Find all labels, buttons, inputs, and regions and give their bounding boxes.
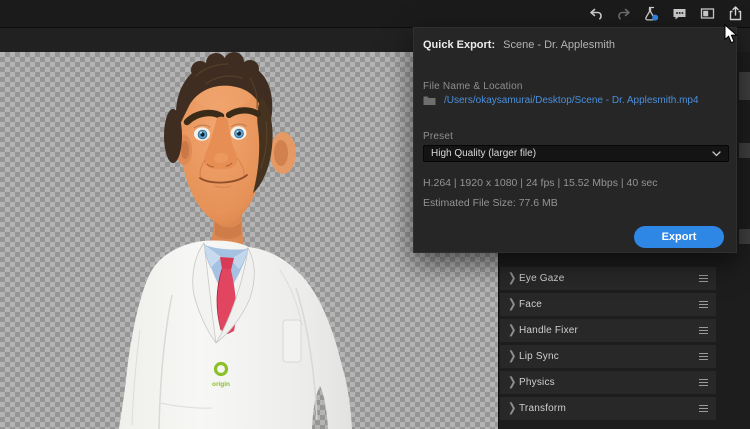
feedback-icon[interactable] bbox=[671, 5, 688, 22]
behavior-label: Handle Fixer bbox=[519, 325, 579, 336]
undo-icon[interactable] bbox=[587, 5, 604, 22]
quick-export-popup: Quick Export: Scene - Dr. Applesmith Fil… bbox=[413, 27, 737, 253]
share-export-icon[interactable] bbox=[727, 5, 744, 22]
scrollbar-fragment[interactable] bbox=[739, 72, 750, 100]
behavior-row-eye-gaze[interactable]: ❯ Eye Gaze bbox=[500, 267, 716, 290]
behavior-list: ❯ Eye Gaze ❯ Face ❯ Handle Fixer ❯ Lip S… bbox=[500, 267, 716, 423]
behavior-row-face[interactable]: ❯ Face bbox=[500, 293, 716, 316]
chevron-down-icon bbox=[712, 150, 721, 157]
scrollbar-fragment[interactable] bbox=[739, 143, 750, 158]
file-path-link[interactable]: /Users/okaysamurai/Desktop/Scene - Dr. A… bbox=[444, 95, 699, 106]
quick-export-scene-name: Scene - Dr. Applesmith bbox=[503, 39, 616, 51]
chevron-right-icon[interactable]: ❯ bbox=[508, 350, 519, 363]
export-specs: H.264 | 1920 x 1080 | 24 fps | 15.52 Mbp… bbox=[423, 177, 658, 189]
scrollbar-fragment[interactable] bbox=[739, 229, 750, 244]
menu-icon[interactable] bbox=[699, 352, 708, 361]
behavior-row-physics[interactable]: ❯ Physics bbox=[500, 371, 716, 394]
chevron-right-icon[interactable]: ❯ bbox=[508, 272, 519, 285]
behavior-label: Face bbox=[519, 299, 543, 310]
behavior-row-transform[interactable]: ❯ Transform bbox=[500, 397, 716, 420]
behavior-label: Physics bbox=[519, 377, 555, 388]
menu-icon[interactable] bbox=[699, 378, 708, 387]
origin-logo-text: origin bbox=[212, 381, 230, 388]
redo-icon[interactable] bbox=[615, 5, 632, 22]
menu-icon[interactable] bbox=[699, 326, 708, 335]
chevron-right-icon[interactable]: ❯ bbox=[508, 298, 519, 311]
file-section-label: File Name & Location bbox=[423, 81, 523, 92]
coat-chest-pocket bbox=[282, 319, 302, 363]
behavior-row-lip-sync[interactable]: ❯ Lip Sync bbox=[500, 345, 716, 368]
beta-flask-icon[interactable] bbox=[643, 5, 660, 22]
menu-icon[interactable] bbox=[699, 274, 708, 283]
estimated-file-size: Estimated File Size: 77.6 MB bbox=[423, 197, 558, 209]
menu-icon[interactable] bbox=[699, 300, 708, 309]
behavior-row-handle-fixer[interactable]: ❯ Handle Fixer bbox=[500, 319, 716, 342]
preset-dropdown[interactable]: High Quality (larger file) bbox=[423, 145, 729, 162]
behavior-label: Transform bbox=[519, 403, 566, 414]
panel-view-icon[interactable] bbox=[699, 5, 716, 22]
toolbar-icon-group bbox=[587, 0, 744, 27]
folder-icon bbox=[423, 95, 436, 106]
quick-export-title: Quick Export: bbox=[423, 39, 496, 51]
quick-export-header: Quick Export: Scene - Dr. Applesmith bbox=[423, 39, 615, 51]
behavior-label: Lip Sync bbox=[519, 351, 559, 362]
chevron-right-icon[interactable]: ❯ bbox=[508, 376, 519, 389]
chevron-right-icon[interactable]: ❯ bbox=[508, 324, 519, 337]
preset-value: High Quality (larger file) bbox=[431, 148, 537, 159]
top-toolbar bbox=[0, 0, 750, 28]
chevron-right-icon[interactable]: ❯ bbox=[508, 402, 519, 415]
behavior-label: Eye Gaze bbox=[519, 273, 565, 284]
menu-icon[interactable] bbox=[699, 404, 708, 413]
export-button[interactable]: Export bbox=[634, 226, 724, 248]
preset-label: Preset bbox=[423, 131, 454, 142]
